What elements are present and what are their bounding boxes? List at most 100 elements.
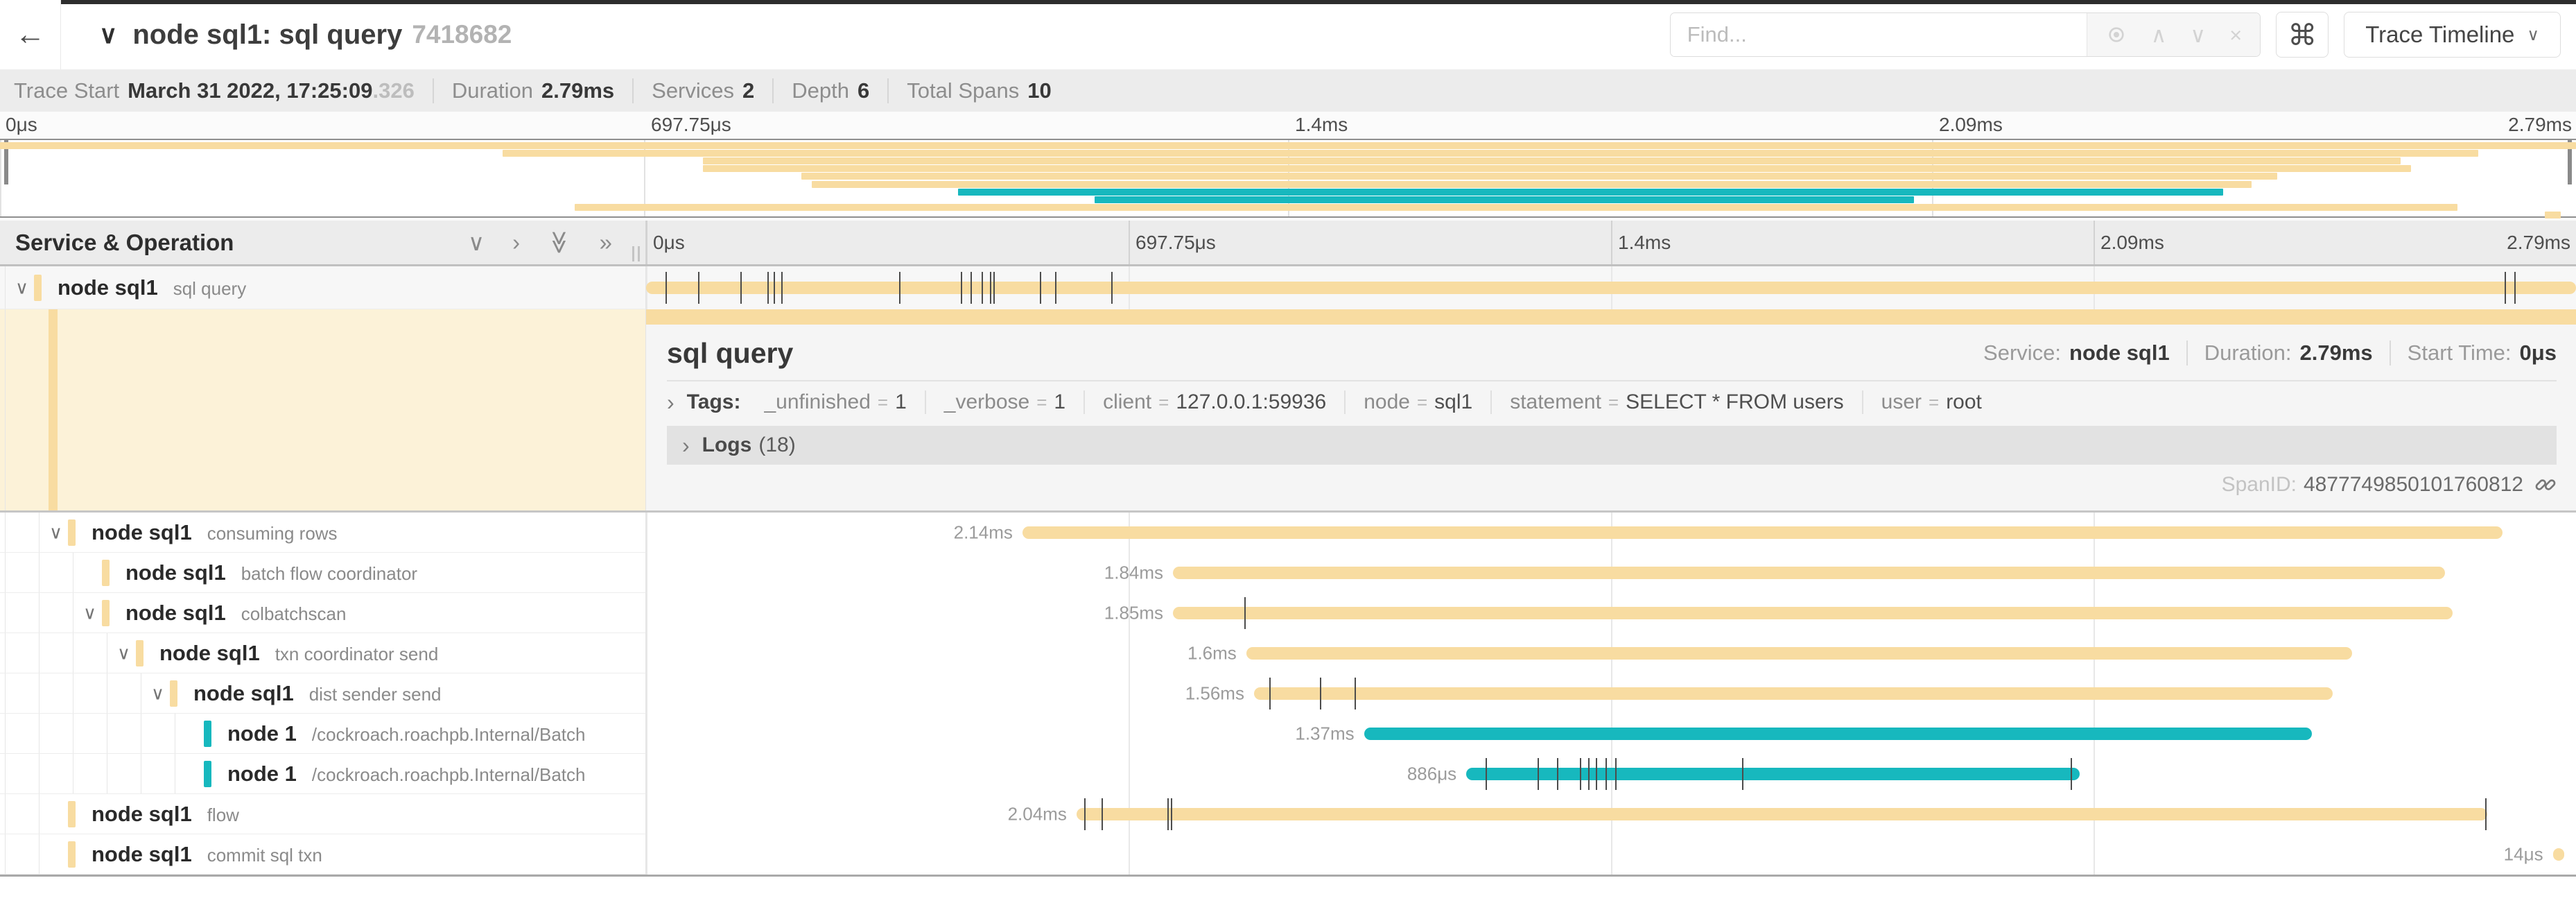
timeline-cell[interactable]: 886μs	[646, 754, 2576, 794]
tree-cell[interactable]: ∨node sql1dist sender send	[0, 673, 646, 714]
service-name: node sql1	[125, 601, 226, 626]
clear-search-icon[interactable]: ×	[2229, 24, 2242, 46]
prev-result-icon[interactable]: ∧	[2151, 24, 2167, 46]
tree-cell[interactable]: ∨node sql1txn coordinator send	[0, 633, 646, 673]
timeline-cell[interactable]: 1.6ms	[646, 633, 2576, 673]
column-resize-grip[interactable]	[632, 246, 640, 261]
tag-key: node	[1364, 390, 1410, 414]
span-bar[interactable]	[1254, 687, 2333, 700]
tag-value: 1	[1054, 390, 1065, 414]
timeline-cell[interactable]	[646, 266, 2576, 309]
span-bar[interactable]	[1022, 526, 2503, 539]
timeline-minimap: 0μs 697.75μs 1.4ms 2.09ms 2.79ms	[0, 112, 2576, 221]
chevron-down-icon[interactable]: ∨	[117, 642, 130, 664]
span-row[interactable]: node sql1flow2.04ms	[0, 794, 2576, 834]
keyboard-shortcuts-button[interactable]: ⌘	[2276, 12, 2329, 58]
span-bar[interactable]	[2553, 848, 2565, 861]
expand-all-icon[interactable]: »	[600, 231, 612, 254]
span-bar[interactable]	[1173, 567, 2445, 579]
spacer	[0, 877, 2576, 890]
tree-cell[interactable]: ∨node sql1sql query	[0, 266, 646, 309]
indent-guide	[5, 673, 6, 713]
timeline-cell[interactable]: 1.56ms	[646, 673, 2576, 714]
log-marker	[1486, 758, 1487, 790]
tag-pill[interactable]: _verbose=1	[926, 390, 1085, 414]
service-operation-label: Service & Operation	[15, 230, 234, 256]
span-bar[interactable]	[1246, 647, 2352, 660]
collapse-one-icon[interactable]: ∨	[468, 231, 485, 254]
span-row[interactable]: node sql1commit sql txn 14μs	[0, 834, 2576, 875]
tag-pill[interactable]: _unfinished=1	[746, 390, 925, 414]
span-bar[interactable]	[646, 309, 2576, 325]
span-bar[interactable]	[1364, 728, 2312, 740]
tag-pill[interactable]: node=sql1	[1346, 390, 1492, 414]
expand-one-icon[interactable]: ›	[512, 231, 520, 254]
minimap-span-bar	[703, 165, 2411, 172]
tags-section-toggle[interactable]: › Tags: _unfinished=1_verbose=1client=12…	[667, 381, 2557, 423]
span-color-bar	[136, 640, 143, 666]
log-marker	[698, 272, 699, 304]
indent-guide	[39, 794, 40, 834]
collapse-all-icon[interactable]: ≫	[548, 230, 571, 255]
log-marker	[1580, 758, 1581, 790]
timeline-cell[interactable]: 14μs	[646, 834, 2576, 875]
span-row[interactable]: ∨node sql1dist sender send1.56ms	[0, 673, 2576, 714]
tree-cell[interactable]: node 1/cockroach.roachpb.Internal/Batch	[0, 714, 646, 754]
indent-guide	[5, 714, 6, 753]
summary-item: Total Spans10	[887, 78, 1069, 103]
span-bar[interactable]	[1173, 607, 2453, 619]
duration-label: 14μs	[2504, 844, 2543, 866]
log-marker	[1355, 678, 1356, 710]
tree-cell[interactable]: ∨node sql1consuming rows	[0, 513, 646, 553]
logs-count: (18)	[758, 433, 795, 457]
summary-item: Trace StartMarch 31 2022, 17:25:09.326	[14, 78, 433, 103]
chevron-down-icon[interactable]: ∨	[151, 682, 164, 704]
next-result-icon[interactable]: ∨	[2190, 24, 2206, 46]
chevron-down-icon[interactable]: ∨	[49, 522, 62, 543]
span-row[interactable]: ∨node sql1txn coordinator send1.6ms	[0, 633, 2576, 673]
span-row[interactable]: ∨node sql1colbatchscan1.85ms	[0, 593, 2576, 633]
span-row[interactable]: node sql1batch flow coordinator 1.84ms	[0, 553, 2576, 593]
indent-guide	[39, 714, 40, 753]
tag-pill[interactable]: statement=SELECT * FROM users	[1492, 390, 1863, 414]
indent-guide	[39, 834, 40, 874]
tag-key: _verbose	[944, 390, 1029, 414]
tree-cell[interactable]: node 1/cockroach.roachpb.Internal/Batch	[0, 754, 646, 794]
span-row[interactable]: node 1/cockroach.roachpb.Internal/Batch8…	[0, 754, 2576, 794]
span-row[interactable]: ∨node sql1sql query	[0, 266, 2576, 309]
minimap-canvas[interactable]	[0, 139, 2576, 218]
indent-guide	[5, 593, 6, 633]
tree-cell[interactable]: node sql1flow	[0, 794, 646, 834]
deep-link-icon[interactable]	[2534, 474, 2557, 496]
service-name: node sql1	[193, 681, 294, 706]
chevron-down-icon[interactable]: ∨	[15, 277, 28, 298]
tree-cell[interactable]: ∨node sql1colbatchscan	[0, 593, 646, 633]
log-marker	[1102, 798, 1103, 830]
logs-section-toggle[interactable]: › Logs (18)	[667, 426, 2557, 465]
span-row[interactable]: node 1/cockroach.roachpb.Internal/Batch1…	[0, 714, 2576, 754]
span-bar[interactable]	[646, 282, 2576, 294]
search-input[interactable]	[1671, 13, 2087, 56]
log-marker	[1084, 798, 1086, 830]
timeline-cell[interactable]: 1.85ms	[646, 593, 2576, 633]
timeline-cell[interactable]: 2.04ms	[646, 794, 2576, 834]
chevron-down-icon[interactable]: ∨	[99, 20, 117, 49]
timeline-cell[interactable]: 2.14ms	[646, 513, 2576, 553]
tag-pill[interactable]: user=root	[1863, 390, 2000, 414]
log-marker	[1588, 758, 1590, 790]
tree-cell[interactable]: node sql1commit sql txn	[0, 834, 646, 875]
tree-cell[interactable]: node sql1batch flow coordinator	[0, 553, 646, 593]
timeline-cell[interactable]: 1.84ms	[646, 553, 2576, 593]
span-row[interactable]: ∨node sql1consuming rows2.14ms	[0, 513, 2576, 553]
operation-name: sql query	[173, 278, 247, 300]
view-selector-button[interactable]: Trace Timeline ∨	[2344, 12, 2561, 58]
chevron-down-icon[interactable]: ∨	[83, 602, 96, 624]
locate-icon[interactable]	[2105, 24, 2127, 46]
timeline-cell[interactable]: 1.37ms	[646, 714, 2576, 754]
duration-label: 1.84ms	[1104, 562, 1163, 584]
back-button[interactable]: ←	[0, 0, 61, 69]
page-header: ← ∨ node sql1: sql query 7418682 ∧ ∨ × ⌘…	[0, 0, 2576, 69]
operation-name: commit sql txn	[207, 845, 322, 866]
tag-pill[interactable]: client=127.0.0.1:59936	[1085, 390, 1346, 414]
span-bar[interactable]	[1077, 808, 2487, 820]
